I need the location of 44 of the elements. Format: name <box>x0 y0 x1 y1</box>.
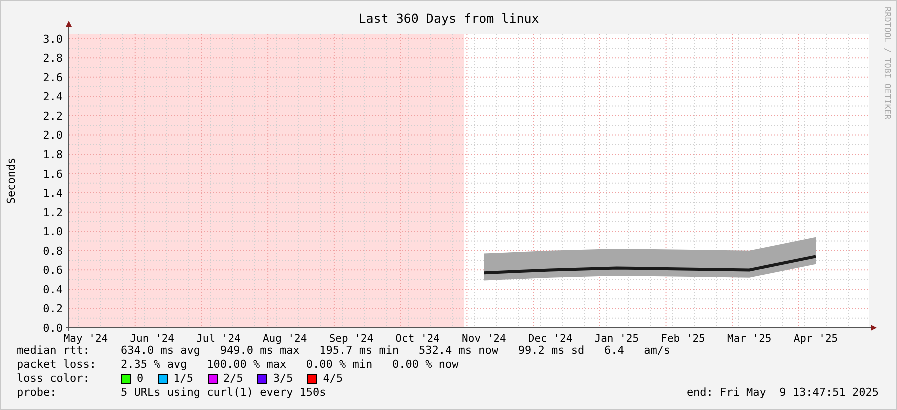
tick-label: Feb '25 <box>661 333 706 344</box>
legend-text: 4/5 <box>323 372 344 386</box>
legend-label: probe: <box>17 386 58 400</box>
tick-label: 3.0 <box>43 32 63 46</box>
tick-label: Aug '24 <box>262 333 308 344</box>
tick-label: 1.2 <box>43 206 63 220</box>
axis-label: Seconds <box>5 158 18 204</box>
tick-label: Jul '24 <box>196 333 241 344</box>
tick-label: Oct '24 <box>396 333 440 344</box>
legend-text: 1/5 <box>174 372 194 386</box>
chart-title: Last 360 Days from linux <box>358 11 540 26</box>
tick-label: Nov '24 <box>462 333 506 344</box>
tick-label: 2.6 <box>43 71 63 84</box>
legend-text: 0 <box>137 372 144 386</box>
legend-label: packet loss: <box>17 358 98 372</box>
legend-text: 2/5 <box>224 372 244 386</box>
tick-label: Mar '25 <box>728 333 772 344</box>
tick-label: 2.4 <box>43 90 63 104</box>
tick-label: 2.8 <box>43 52 63 66</box>
tick-label: 2.0 <box>43 129 63 142</box>
tick-label: 0.4 <box>43 283 63 296</box>
tick-label: 1.8 <box>43 148 63 162</box>
tick-label: 0.2 <box>43 302 63 316</box>
tick-label: May '24 <box>64 333 108 344</box>
end-time: end: Fri May 9 13:47:51 2025 <box>686 386 879 400</box>
tick-label: Jan '25 <box>594 333 640 344</box>
tick-label: 1.6 <box>43 168 63 181</box>
credit-text: RRDTOOL / TOBI OETIKER <box>882 7 892 120</box>
legend-text: 5 URLs using curl(1) every 150s <box>121 386 326 400</box>
tick-label: 1.4 <box>43 187 63 200</box>
legend-text: 634.0 ms avg 949.0 ms max 195.7 ms min 532.4 ms now 99.2 ms sd 6.4 am/s <box>121 344 671 358</box>
legend-label: median rtt: <box>17 344 91 358</box>
tick-label: 0.8 <box>43 244 63 258</box>
tick-label: 2.2 <box>43 110 63 123</box>
tick-label: Sep '24 <box>329 333 374 344</box>
tick-label: Jun '24 <box>130 333 174 344</box>
tick-label: Dec '24 <box>528 333 573 344</box>
tick-label: 0.0 <box>43 322 63 335</box>
legend-text: 3/5 <box>273 372 294 386</box>
legend-label: loss color: <box>17 372 91 386</box>
tick-label: 0.6 <box>43 264 63 278</box>
tick-label: 1.0 <box>43 226 63 239</box>
legend-text: 2.35 % avg 100.00 % max 0.00 % min 0.00 % now <box>121 358 459 372</box>
tick-label: Apr '25 <box>794 333 838 344</box>
